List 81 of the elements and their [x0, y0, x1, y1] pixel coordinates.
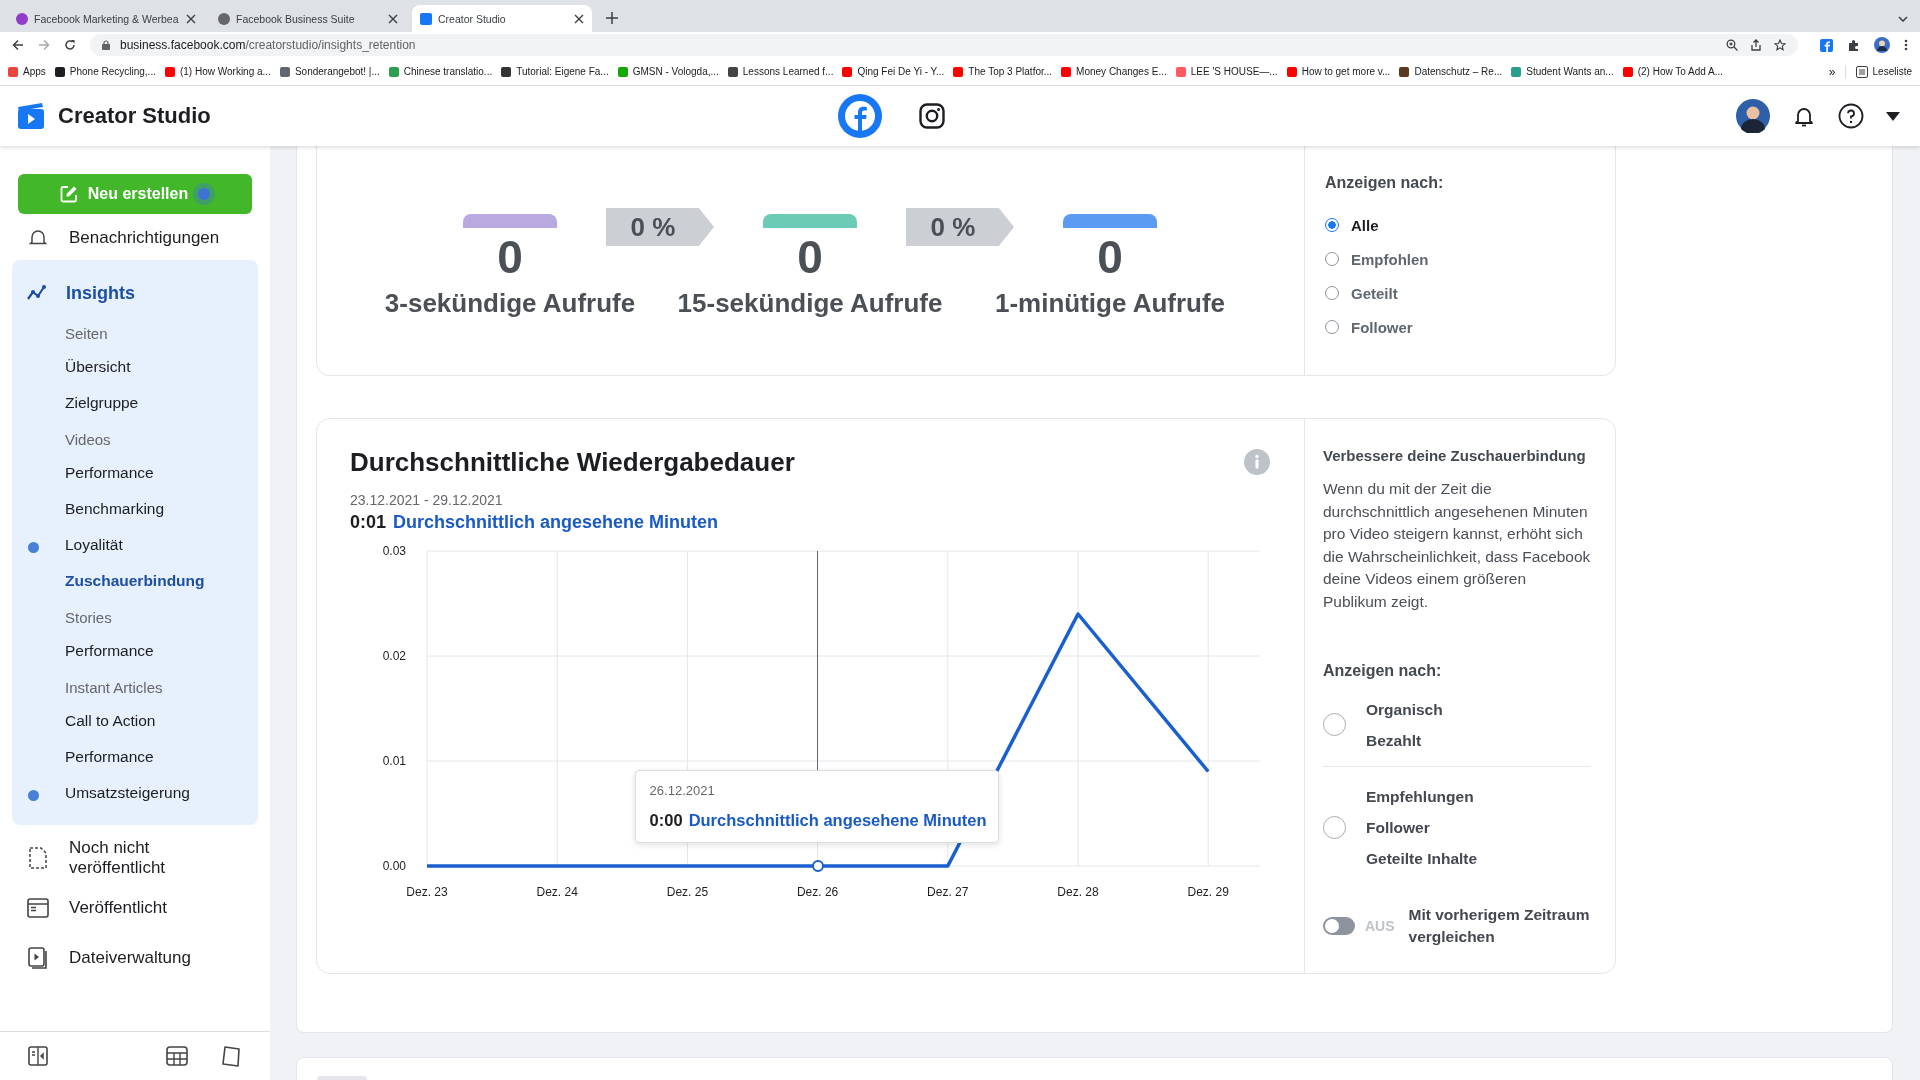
filter-heading: Anzeigen nach: — [1325, 174, 1445, 192]
axis-label: Dez. 24 — [536, 885, 578, 899]
sidebar-item[interactable]: Performance — [65, 748, 154, 766]
bookmark[interactable]: Tutorial: Eigene Fa... — [501, 66, 609, 77]
sidebar-item[interactable]: Umsatzsteigerung — [65, 784, 190, 802]
bookmark[interactable]: (1) How Working a... — [164, 66, 271, 77]
bookmark[interactable]: Money Changes E... — [1061, 66, 1167, 77]
sidebar-item[interactable]: Performance — [65, 464, 154, 482]
bookmark[interactable]: Student Wants an... — [1511, 66, 1614, 77]
toggle-state: AUS — [1365, 917, 1395, 934]
option-label: Geteilt — [1351, 284, 1398, 302]
reading-list-button[interactable]: Leseliste — [1844, 65, 1912, 78]
axis-label: Dez. 26 — [796, 885, 839, 899]
bookmark[interactable]: Chinese translatio... — [388, 66, 493, 77]
toggle-label: Mit vorherigem Zeitraum vergleichen — [1408, 904, 1591, 947]
stage-label: 3-sekündige Aufrufe — [384, 287, 636, 320]
option-label: Follower — [1366, 817, 1431, 838]
axis-label: Dez. 25 — [666, 885, 709, 899]
sidebar-item[interactable]: Dateiverwaltung — [0, 933, 270, 983]
option-label: Organisch — [1366, 699, 1443, 720]
axis-label: Dez. 29 — [1187, 885, 1229, 899]
date-range: 23.12.2021 - 29.12.2021 — [350, 492, 504, 508]
sidebar-item[interactable]: Zuschauerbindung — [65, 572, 205, 590]
sidebar-item[interactable]: Benachrichtigungen — [0, 222, 270, 260]
option-label: Empfohlen — [1351, 250, 1429, 268]
section-heading: Videos — [64, 430, 112, 450]
axis-label: Dez. 28 — [1057, 885, 1099, 899]
card-title: Durchschnittliche Wiedergabedauer — [350, 446, 795, 479]
bookmark[interactable]: Phone Recycling,... — [54, 66, 156, 77]
sidebar-item[interactable]: Zielgruppe — [65, 394, 139, 412]
bookmark[interactable]: Apps — [8, 66, 46, 77]
axis-label: 0.00 — [382, 859, 406, 873]
option-label: Alle — [1351, 216, 1379, 234]
section-heading: Seiten — [64, 324, 109, 344]
bookmark[interactable]: How to get more v... — [1286, 66, 1391, 77]
sidebar-item[interactable]: Veröffentlicht — [0, 883, 270, 933]
bookmark[interactable]: GMSN - Vologda,... — [617, 66, 719, 77]
stage-value: 0 — [497, 230, 523, 285]
axis-label: 0.02 — [382, 649, 406, 663]
panel-heading: Verbessere deine Zuschauerbindung — [1323, 447, 1587, 464]
axis-label: 0.01 — [382, 754, 406, 768]
metric-link[interactable]: Durchschnittlich angesehene Minuten — [393, 512, 719, 533]
axis-label: Dez. 27 — [927, 885, 969, 899]
stage-label: 15-sekündige Aufrufe — [677, 287, 943, 320]
bookmark[interactable]: LEE 'S HOUSE—... — [1175, 66, 1278, 77]
stage-label: 1-minütige Aufrufe — [994, 287, 1226, 320]
bookmark[interactable]: Lessons Learned f... — [727, 66, 834, 77]
bookmark[interactable]: Sonderangebot! |... — [279, 66, 380, 77]
summary-value: 0:01 — [350, 512, 387, 533]
option-label: Follower — [1351, 318, 1413, 336]
browser-tab[interactable]: Facebook Marketing & Werbea — [8, 5, 204, 32]
tooltip-label: Durchschnittlich angesehene Minuten — [688, 811, 987, 830]
axis-label: Dez. 23 — [406, 885, 448, 899]
tooltip-value: 0:00 — [649, 811, 683, 830]
sidebar-item[interactable]: Performance — [65, 642, 154, 660]
address-field[interactable]: business.facebook.com/creatorstudio/insights_retention — [90, 34, 1798, 56]
insights-nav-item[interactable]: Insights — [12, 271, 258, 315]
bookmark[interactable]: Qing Fei De Yi - Y... — [842, 66, 945, 77]
section-heading: Stories — [64, 608, 113, 628]
sidebar-item[interactable]: Übersicht — [65, 358, 131, 376]
app-title: Creator Studio — [58, 103, 211, 129]
browser-tab[interactable]: Creator Studio — [412, 5, 592, 32]
stage-value: 0 — [797, 230, 823, 285]
bookmark[interactable]: (2) How To Add A... — [1622, 66, 1724, 77]
axis-label: 0.03 — [382, 544, 406, 558]
filter-heading: Anzeigen nach: — [1323, 661, 1443, 680]
bookmark[interactable]: The Top 3 Platfor... — [953, 66, 1053, 77]
sidebar-item[interactable]: Benchmarking — [65, 500, 165, 518]
sidebar-item[interactable]: Noch nicht veröffentlicht — [0, 833, 270, 883]
option-label: Empfehlungen — [1366, 786, 1475, 807]
tooltip-date: 26.12.2021 — [649, 783, 716, 798]
browser-tab[interactable]: Facebook Business Suite — [210, 5, 406, 32]
stage-value: 0 — [1097, 230, 1123, 285]
description-text: Wenn du mit der Zeit die durchschnittlich angesehenen Minuten pro Video steigern kannst, erhöht sich die Wahrscheinlichkeit, dass Facebook deine Videos einem größeren Publikum zeigt. — [1323, 479, 1591, 612]
more-bookmarks-button[interactable]: » — [1828, 64, 1836, 79]
option-label: Bezahlt — [1366, 730, 1423, 751]
sidebar-item[interactable]: Loyalität — [65, 536, 123, 554]
bookmark[interactable]: Datenschutz – Re... — [1399, 66, 1503, 77]
sidebar-item[interactable]: Call to Action — [65, 712, 156, 730]
section-heading: Instant Articles — [64, 678, 164, 698]
option-label: Geteilte Inhalte — [1366, 848, 1478, 869]
